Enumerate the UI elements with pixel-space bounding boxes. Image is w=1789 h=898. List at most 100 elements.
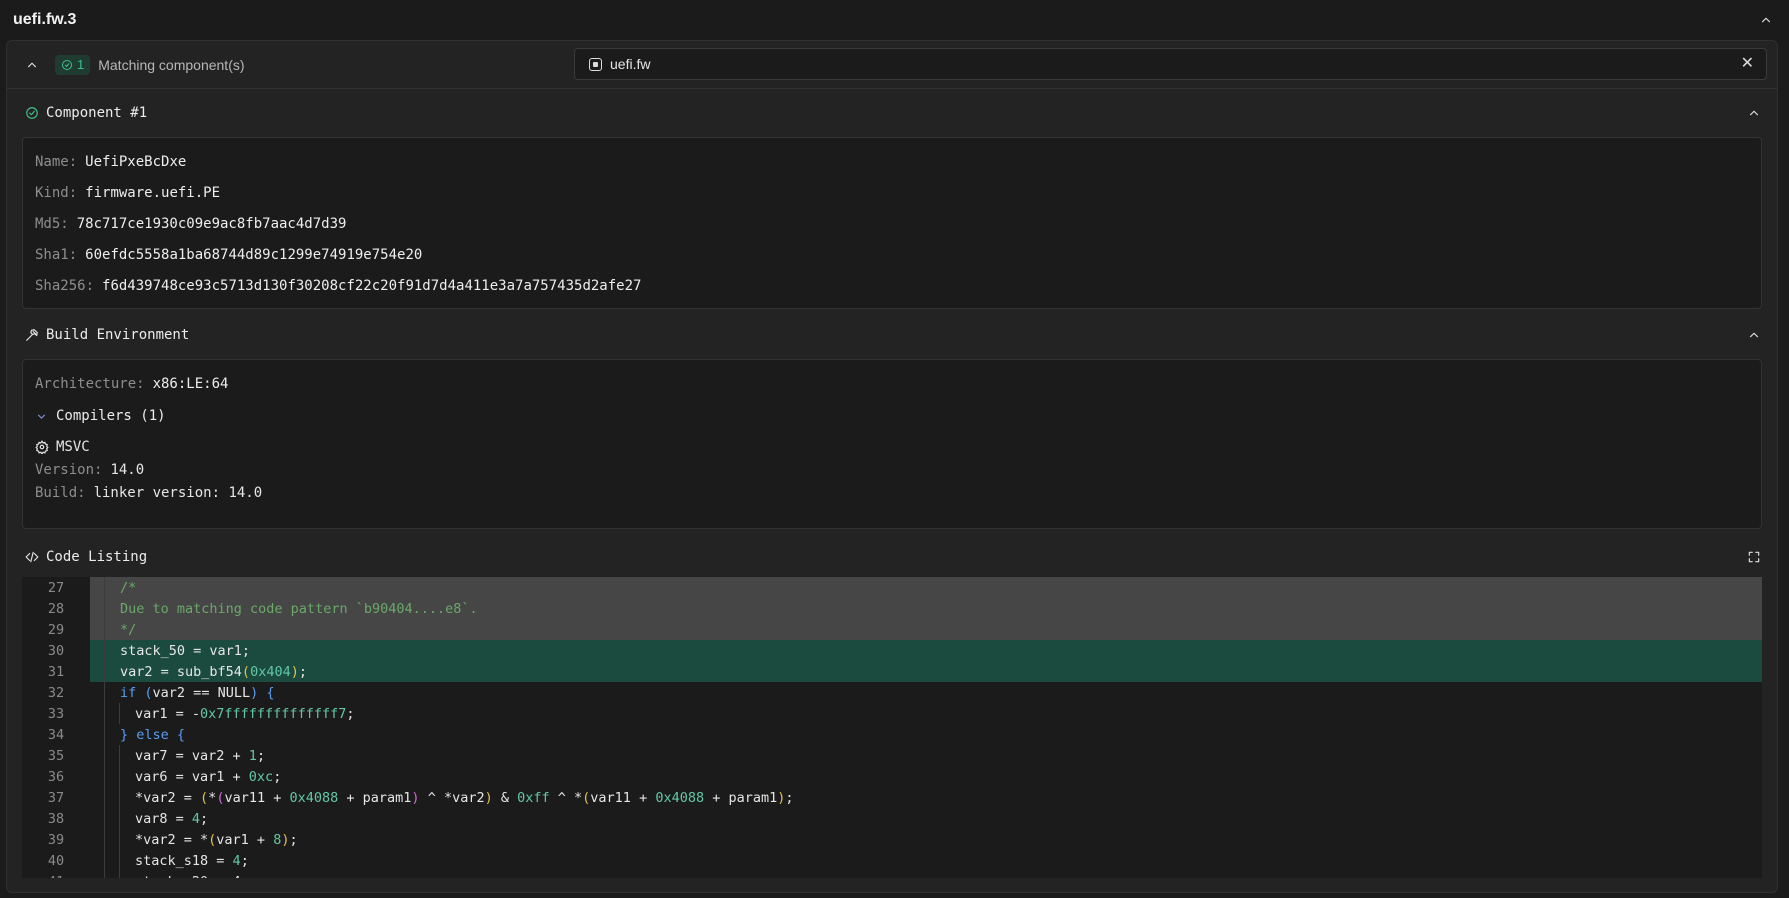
collapse-matches-button[interactable] bbox=[23, 56, 41, 74]
indent-guide bbox=[119, 829, 120, 850]
code-token: ) bbox=[484, 789, 493, 806]
code-token: ( bbox=[216, 789, 225, 806]
code-token: var11 + bbox=[590, 789, 656, 806]
code-token: 8 bbox=[273, 831, 282, 848]
build-title: Build Environment bbox=[46, 327, 190, 343]
code-line: 41 stack_s20 = 4; bbox=[22, 871, 1762, 878]
code-token: ; bbox=[256, 747, 266, 764]
component-details: Name: UefiPxeBcDxe Kind: firmware.uefi.PE … bbox=[22, 137, 1762, 309]
field-architecture: Architecture: x86:LE:64 bbox=[35, 375, 229, 392]
code-token: ) bbox=[411, 789, 420, 806]
code-token: ; bbox=[346, 705, 355, 722]
build-details: Architecture: x86:LE:64 Compilers (1) MSV… bbox=[22, 359, 1762, 529]
code-token: 4 bbox=[232, 852, 241, 869]
code-token: ) bbox=[281, 831, 290, 848]
code-token: ; bbox=[240, 852, 249, 869]
indent-guide bbox=[119, 871, 120, 878]
code-token: 4 bbox=[191, 810, 201, 827]
line-number: 34 bbox=[47, 726, 65, 743]
code-text: var1 = -0x7ffffffffffffff7; bbox=[90, 703, 1762, 724]
field-md5: Md5: 78c717ce1930c09e9ac8fb7aac4d7d39 bbox=[35, 215, 347, 232]
code-token: Due to matching code pattern `b90404....… bbox=[120, 600, 478, 617]
code-token: var1 + bbox=[216, 831, 274, 848]
component-filter-input[interactable]: uefi.fw ✕ bbox=[574, 48, 1767, 80]
collapse-component-button[interactable] bbox=[1745, 104, 1763, 122]
clear-filter-button[interactable]: ✕ bbox=[1741, 56, 1754, 72]
component-icon bbox=[589, 57, 602, 71]
field-sha256: Sha256: f6d439748ce93c5713d130f30208cf22c… bbox=[35, 277, 642, 294]
code-token: ^ * bbox=[549, 789, 583, 806]
line-number: 37 bbox=[47, 789, 65, 806]
component-title: Component #1 bbox=[46, 105, 148, 121]
code-token: */ bbox=[120, 621, 137, 638]
code-token: ^ *var2 bbox=[419, 789, 485, 806]
code-token: ; bbox=[289, 831, 298, 848]
hammer-icon bbox=[26, 329, 38, 341]
indent-guide bbox=[104, 724, 105, 745]
code-text: *var2 = *(var1 + 8); bbox=[90, 829, 1762, 850]
compilers-toggle[interactable]: Compilers (1) bbox=[35, 399, 1749, 433]
line-number: 30 bbox=[47, 642, 65, 659]
fullscreen-button[interactable] bbox=[1745, 548, 1763, 566]
code-token: ; bbox=[273, 768, 282, 785]
indent-guide bbox=[119, 766, 120, 787]
code-section-header: Code Listing bbox=[7, 531, 1777, 583]
code-token: ) bbox=[777, 789, 786, 806]
code-token: 1 bbox=[248, 747, 257, 764]
page-title: uefi.fw.3 bbox=[13, 11, 77, 28]
code-line: 34 } else { bbox=[22, 724, 1762, 745]
code-token: { bbox=[266, 684, 275, 701]
code-listing[interactable]: 27 /* 28 Due to matching code pattern `b904… bbox=[22, 577, 1762, 878]
compilers-label: Compilers (1) bbox=[56, 408, 166, 424]
match-count: 1 bbox=[77, 57, 85, 72]
code-token: * bbox=[208, 789, 217, 806]
code-text: stack_50 = var1; bbox=[90, 640, 1762, 661]
expand-icon bbox=[1748, 551, 1760, 563]
field-version: Version: 14.0 bbox=[35, 461, 145, 478]
gear-icon bbox=[35, 439, 49, 454]
line-number: 35 bbox=[47, 747, 65, 764]
component-panel: 1 Matching component(s) uefi.fw ✕ Compon… bbox=[6, 40, 1778, 893]
code-token: ; bbox=[785, 789, 794, 806]
chevron-up-icon bbox=[27, 62, 37, 67]
code-token: var2 == NULL bbox=[152, 684, 251, 701]
code-line: 33 var1 = -0x7ffffffffffffff7; bbox=[22, 703, 1762, 724]
code-line: 27 /* bbox=[22, 577, 1762, 598]
code-token: ; bbox=[298, 663, 307, 680]
component-section-header[interactable]: Component #1 bbox=[7, 89, 1777, 137]
check-circle-icon bbox=[62, 59, 72, 70]
code-token: var1 = - bbox=[135, 705, 201, 722]
code-token: stack_s18 = bbox=[135, 852, 233, 869]
collapse-page-button[interactable] bbox=[1757, 11, 1775, 29]
collapse-build-button[interactable] bbox=[1745, 326, 1763, 344]
indent-guide bbox=[104, 808, 105, 829]
code-text: var7 = var2 + 1; bbox=[90, 745, 1762, 766]
field-build: Build: linker version: 14.0 bbox=[35, 484, 263, 501]
code-text: *var2 = (*(var11 + 0x4088 + param1) ^ *v… bbox=[90, 787, 1762, 808]
indent-guide bbox=[104, 682, 105, 703]
indent-guide bbox=[104, 766, 105, 787]
indent-guide bbox=[104, 577, 105, 598]
indent-guide bbox=[104, 661, 105, 682]
code-text: stack_s18 = 4; bbox=[90, 850, 1762, 871]
build-section-header[interactable]: Build Environment bbox=[7, 311, 1777, 359]
code-token: var7 = var2 + bbox=[135, 747, 249, 764]
indent-guide bbox=[119, 850, 120, 871]
line-number: 38 bbox=[47, 810, 65, 827]
code-text: } else { bbox=[90, 724, 1762, 745]
code-token: ( bbox=[200, 789, 209, 806]
code-line: 32 if (var2 == NULL) { bbox=[22, 682, 1762, 703]
chevron-up-icon bbox=[1761, 17, 1771, 23]
line-number: 29 bbox=[47, 621, 65, 638]
code-token: ) bbox=[290, 663, 299, 680]
indent-guide bbox=[119, 745, 120, 766]
match-label: Matching component(s) bbox=[98, 56, 245, 73]
code-line: 40 stack_s18 = 4; bbox=[22, 850, 1762, 871]
line-number: 33 bbox=[47, 705, 65, 722]
line-number: 41 bbox=[22, 874, 90, 879]
indent-guide bbox=[104, 787, 105, 808]
code-line: 38 var8 = 4; bbox=[22, 808, 1762, 829]
code-token: + param1 bbox=[338, 789, 412, 806]
code-token: stack_s20 = 4; bbox=[135, 874, 249, 879]
